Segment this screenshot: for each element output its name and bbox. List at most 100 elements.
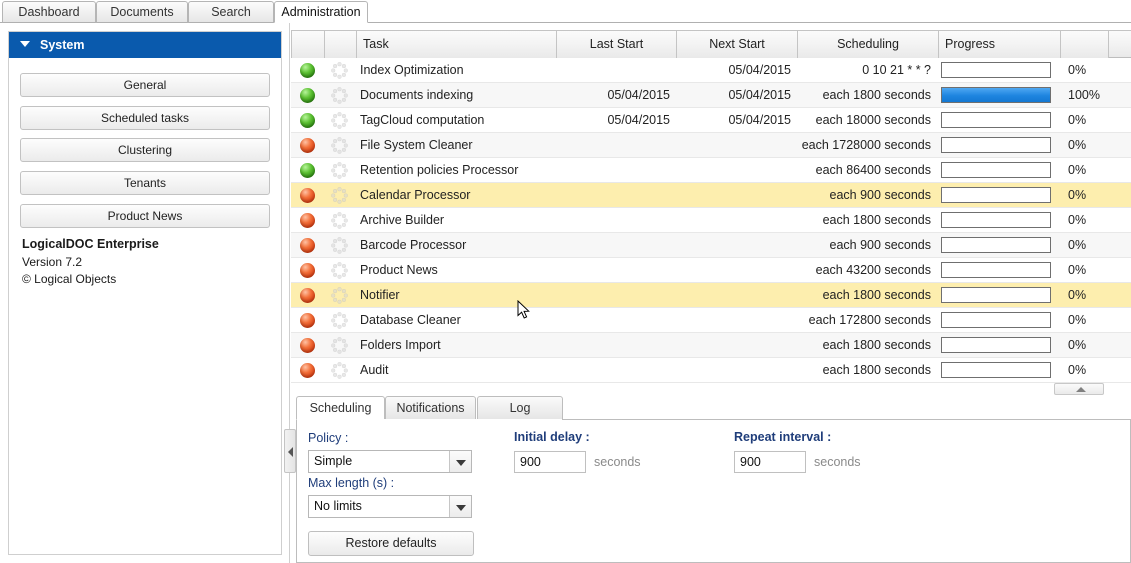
main-content: Task Last Start Next Start Scheduling Pr…: [284, 23, 1131, 563]
gear-icon[interactable]: [331, 162, 348, 179]
cell-status[interactable]: [291, 283, 325, 308]
grid-scroll-up-button[interactable]: [1054, 383, 1104, 395]
gear-icon[interactable]: [331, 112, 348, 129]
sidebar-item-clustering[interactable]: Clustering: [20, 138, 270, 162]
cell-status[interactable]: [291, 308, 325, 333]
gear-icon[interactable]: [331, 262, 348, 279]
gear-icon[interactable]: [331, 287, 348, 304]
product-copyright: © Logical Objects: [22, 272, 117, 286]
cell-status[interactable]: [291, 333, 325, 358]
cell-progress-percent: 0%: [1068, 63, 1087, 77]
tab-search[interactable]: Search: [188, 1, 274, 23]
left-sidebar: System General Scheduled tasks Clusterin…: [0, 23, 290, 563]
progress-bar: [941, 62, 1051, 78]
table-row[interactable]: Folders Import each 1800 seconds 0%: [291, 333, 1131, 358]
cell-status[interactable]: [291, 58, 325, 83]
gear-icon[interactable]: [331, 337, 348, 354]
cell-action[interactable]: [325, 208, 357, 233]
tab-notifications[interactable]: Notifications: [385, 396, 476, 420]
gear-icon[interactable]: [331, 187, 348, 204]
column-header-action[interactable]: [325, 31, 357, 58]
cell-action[interactable]: [325, 283, 357, 308]
cell-status[interactable]: [291, 208, 325, 233]
cell-status[interactable]: [291, 183, 325, 208]
progress-bar: [941, 287, 1051, 303]
cell-last-start: [557, 233, 677, 258]
cell-status[interactable]: [291, 83, 325, 108]
column-header-last-start[interactable]: Last Start: [557, 31, 677, 58]
gear-icon[interactable]: [331, 137, 348, 154]
panel-splitter-handle[interactable]: [284, 429, 296, 473]
table-row[interactable]: Archive Builder each 1800 seconds 0%: [291, 208, 1131, 233]
progress-bar-fill: [942, 88, 1050, 102]
cell-action[interactable]: [325, 233, 357, 258]
tab-administration[interactable]: Administration: [274, 1, 368, 23]
table-row[interactable]: Notifier each 1800 seconds 0%: [291, 283, 1131, 308]
sidebar-item-general[interactable]: General: [20, 73, 270, 97]
tab-documents[interactable]: Documents: [96, 1, 188, 23]
status-stopped-icon: [300, 238, 315, 253]
tab-dashboard[interactable]: Dashboard: [2, 1, 96, 23]
gear-icon[interactable]: [331, 212, 348, 229]
table-row[interactable]: Barcode Processor each 900 seconds 0%: [291, 233, 1131, 258]
sidebar-section-system[interactable]: System: [9, 32, 281, 58]
cell-action[interactable]: [325, 158, 357, 183]
table-row[interactable]: Product News each 43200 seconds 0%: [291, 258, 1131, 283]
table-row[interactable]: Index Optimization 05/04/2015 21:10:00 0 1…: [291, 58, 1131, 102]
policy-select[interactable]: Simple: [308, 450, 472, 473]
tab-scheduling[interactable]: Scheduling: [296, 396, 385, 420]
cell-status[interactable]: [291, 358, 325, 383]
column-header-status[interactable]: [291, 31, 325, 58]
gear-icon[interactable]: [331, 237, 348, 254]
cell-progress-percent: 0%: [1068, 238, 1087, 252]
repeat-interval-input[interactable]: 900: [734, 451, 806, 473]
cell-action[interactable]: [325, 108, 357, 133]
cell-status[interactable]: [291, 133, 325, 158]
cell-status[interactable]: [291, 158, 325, 183]
restore-defaults-button[interactable]: Restore defaults: [308, 531, 474, 556]
status-stopped-icon: [300, 138, 315, 153]
policy-select-arrowbox[interactable]: [449, 451, 471, 472]
sidebar-item-product-news[interactable]: Product News: [20, 204, 270, 228]
gear-icon[interactable]: [331, 362, 348, 379]
gear-icon[interactable]: [331, 62, 348, 79]
cell-action[interactable]: [325, 83, 357, 108]
tab-log[interactable]: Log: [477, 396, 563, 420]
sidebar-item-tenants[interactable]: Tenants: [20, 171, 270, 195]
table-row[interactable]: TagCloud computation 05/04/2015 09:15:48 0…: [291, 108, 1131, 152]
cell-task-name: File System Cleaner: [360, 138, 473, 152]
table-row[interactable]: Database Cleaner each 172800 seconds 0%: [291, 308, 1131, 333]
cell-action[interactable]: [325, 358, 357, 383]
table-row[interactable]: Retention policies Processor each 86400 s…: [291, 158, 1131, 183]
gear-icon[interactable]: [331, 312, 348, 329]
cell-action[interactable]: [325, 308, 357, 333]
table-row[interactable]: Documents indexing 05/04/2015 09:34:08 05/…: [291, 83, 1131, 127]
column-header-scheduling[interactable]: Scheduling: [798, 31, 939, 58]
gear-icon[interactable]: [331, 87, 348, 104]
cell-action[interactable]: [325, 58, 357, 83]
column-header-next-start[interactable]: Next Start: [677, 31, 798, 58]
column-header-percent[interactable]: [1061, 31, 1109, 58]
initial-delay-input[interactable]: 900: [514, 451, 586, 473]
progress-bar: [941, 162, 1051, 178]
cell-action[interactable]: [325, 333, 357, 358]
cell-action[interactable]: [325, 258, 357, 283]
cell-progress: [939, 133, 1061, 158]
repeat-interval-unit: seconds: [814, 455, 861, 469]
table-row[interactable]: File System Cleaner each 1728000 seconds 0…: [291, 133, 1131, 158]
column-header-task[interactable]: Task: [357, 31, 557, 58]
cell-action[interactable]: [325, 183, 357, 208]
table-row[interactable]: Calendar Processor each 900 seconds 0%: [291, 183, 1131, 208]
max-length-select-arrowbox[interactable]: [449, 496, 471, 517]
cell-status[interactable]: [291, 258, 325, 283]
cell-status[interactable]: [291, 233, 325, 258]
max-length-select[interactable]: No limits: [308, 495, 472, 518]
cell-status[interactable]: [291, 108, 325, 133]
cell-scheduling: each 18000 seconds: [815, 113, 931, 127]
column-header-progress[interactable]: Progress: [939, 31, 1061, 58]
cell-scheduling: each 1800 seconds: [822, 213, 931, 227]
cell-action[interactable]: [325, 133, 357, 158]
cell-last-start: [557, 333, 677, 358]
table-row[interactable]: Audit each 1800 seconds 0%: [291, 358, 1131, 383]
sidebar-item-scheduled-tasks[interactable]: Scheduled tasks: [20, 106, 270, 130]
